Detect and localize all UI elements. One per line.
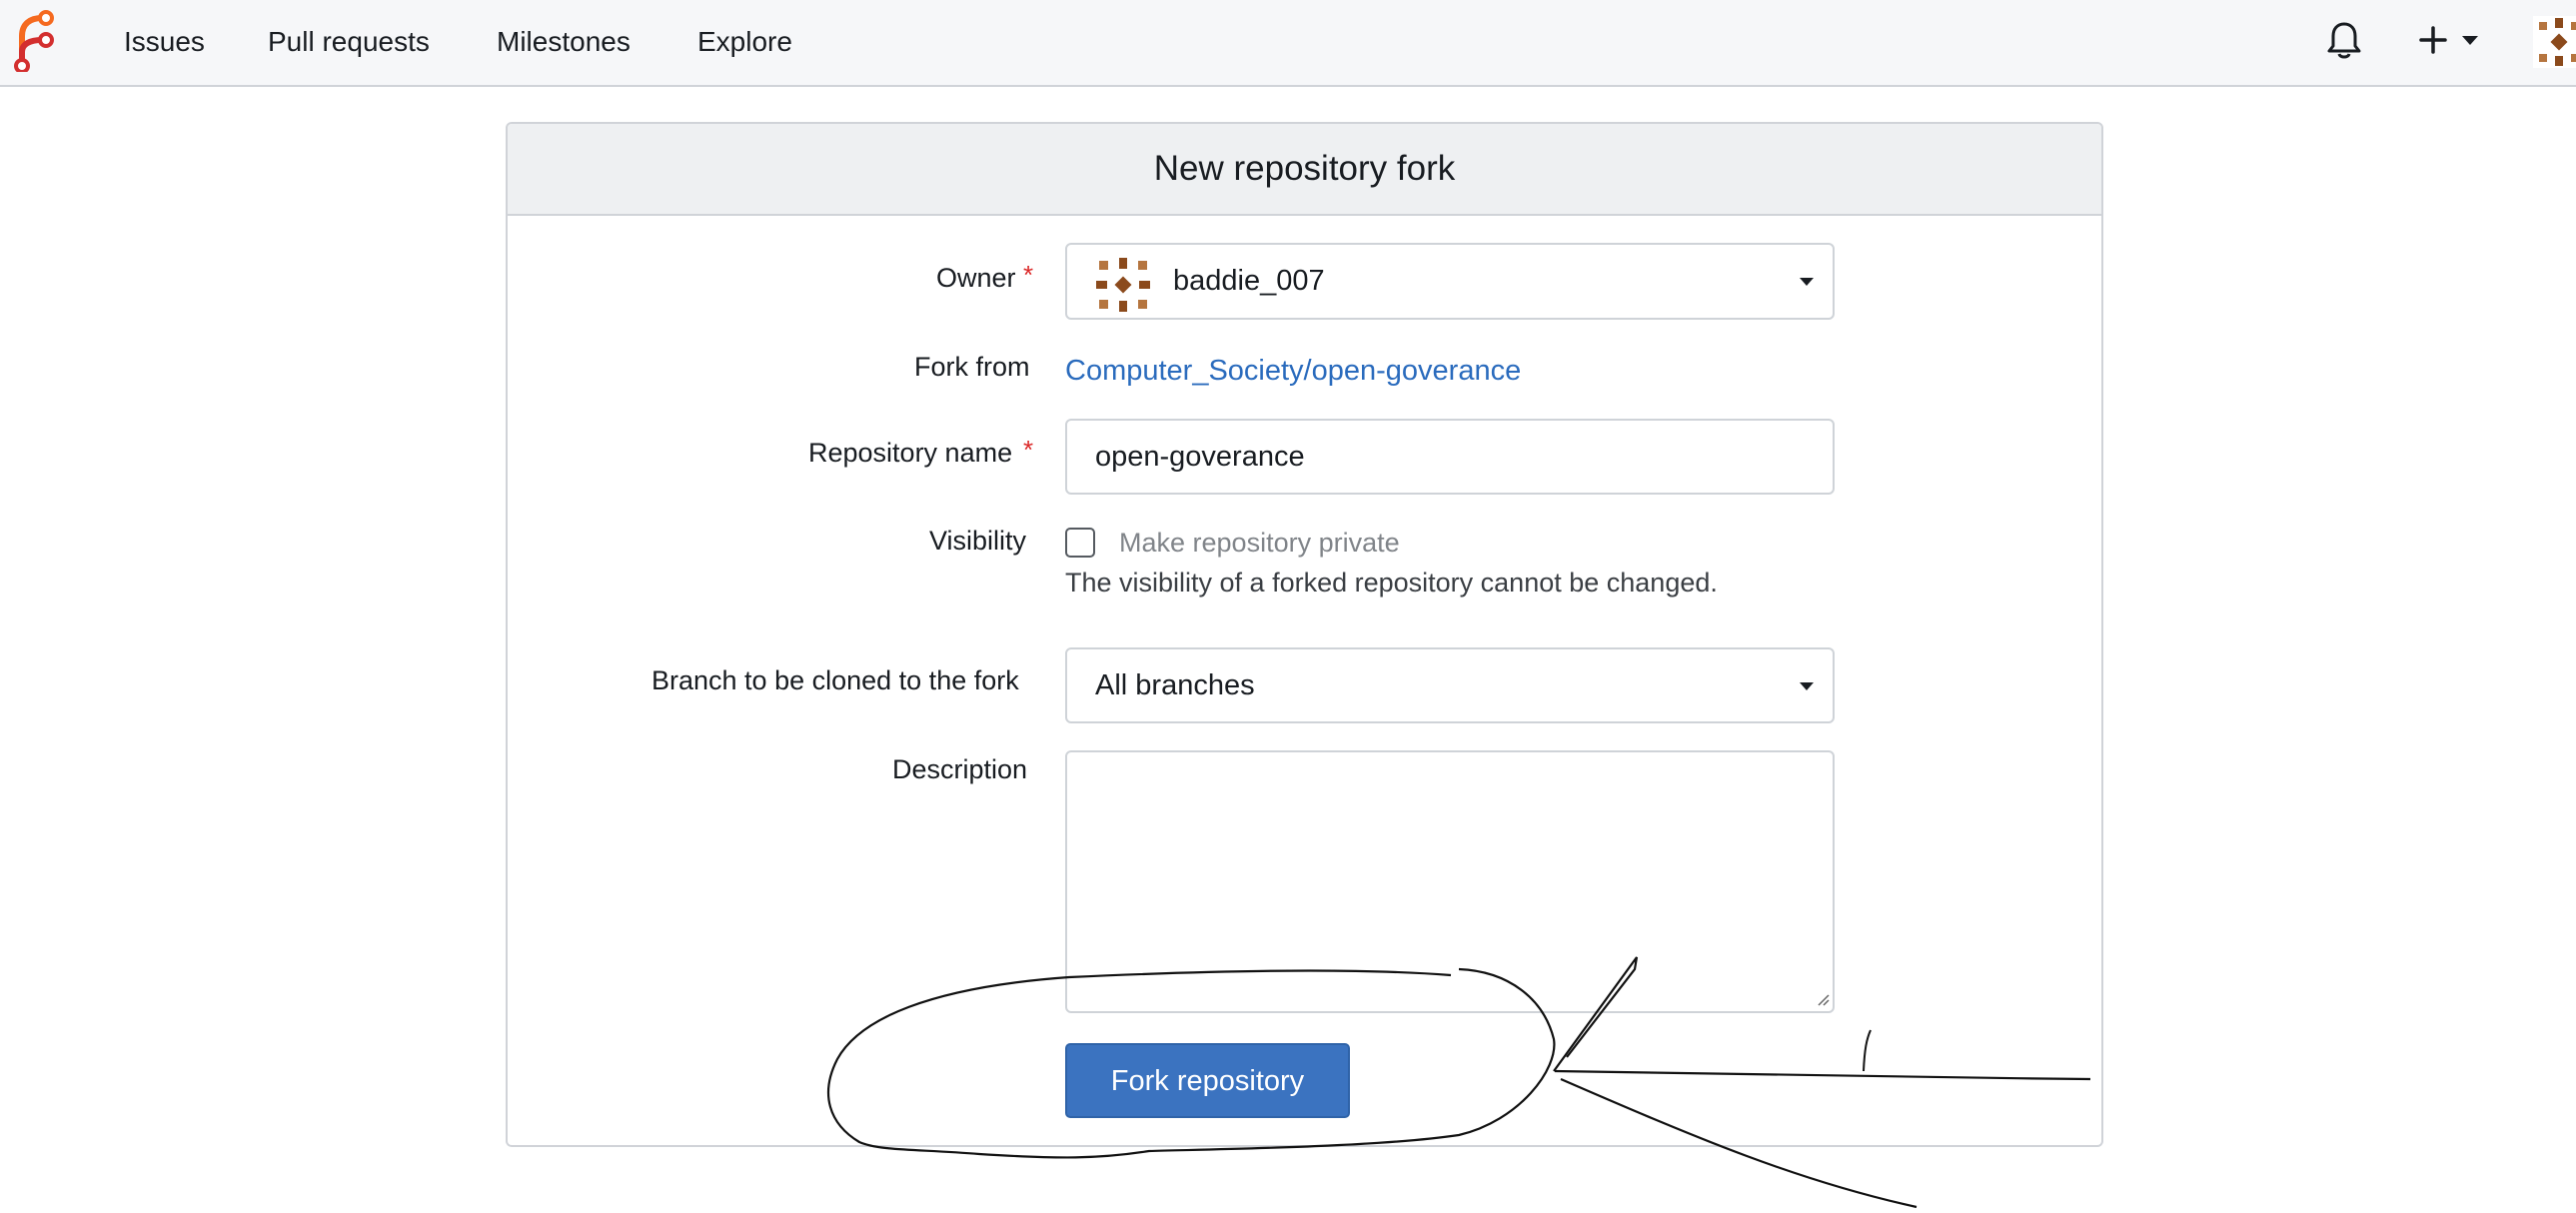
make-private-label[interactable]: Make repository private <box>1119 523 1400 563</box>
visibility-label: Visibility <box>929 526 1027 556</box>
branch-label: Branch to be cloned to the fork <box>651 665 1019 695</box>
repo-name-required-mark: * <box>1023 435 1034 465</box>
fork-from-label: Fork from <box>914 352 1030 382</box>
forgejo-logo-icon[interactable] <box>8 8 56 72</box>
owner-avatar <box>1095 257 1151 313</box>
nav-pull-requests[interactable]: Pull requests <box>268 22 430 62</box>
branch-value: All branches <box>1095 669 1255 701</box>
chevron-down-icon <box>1800 682 1814 690</box>
nav-milestones[interactable]: Milestones <box>497 22 631 62</box>
avatar[interactable] <box>2533 16 2576 68</box>
owner-label: Owner <box>936 263 1016 293</box>
nav-issues[interactable]: Issues <box>124 22 205 62</box>
chevron-down-icon <box>1800 278 1814 286</box>
description-label: Description <box>892 754 1028 784</box>
repo-name-label: Repository name <box>808 438 1013 468</box>
chevron-down-icon[interactable] <box>2460 32 2480 48</box>
owner-required-mark: * <box>1023 260 1034 290</box>
branch-select[interactable]: All branches <box>1065 647 1835 723</box>
fork-source-link[interactable]: Computer_Society/open-goverance <box>1065 351 1521 391</box>
owner-value: baddie_007 <box>1173 265 1325 297</box>
owner-select[interactable]: baddie_007 <box>1065 243 1835 320</box>
repo-name-input[interactable] <box>1065 419 1835 495</box>
fork-repository-button[interactable]: Fork repository <box>1065 1043 1350 1118</box>
resize-handle-icon[interactable] <box>1815 991 1831 1007</box>
bell-icon[interactable] <box>2326 20 2362 60</box>
visibility-help-text: The visibility of a forked repository ca… <box>1065 568 1718 598</box>
top-navbar: Issues Pull requests Milestones Explore <box>0 0 2576 87</box>
description-textarea[interactable] <box>1065 750 1835 1013</box>
plus-icon[interactable] <box>2414 20 2452 60</box>
form-title: New repository fork <box>508 124 2101 216</box>
make-private-checkbox[interactable] <box>1065 528 1095 558</box>
nav-explore[interactable]: Explore <box>697 22 792 62</box>
